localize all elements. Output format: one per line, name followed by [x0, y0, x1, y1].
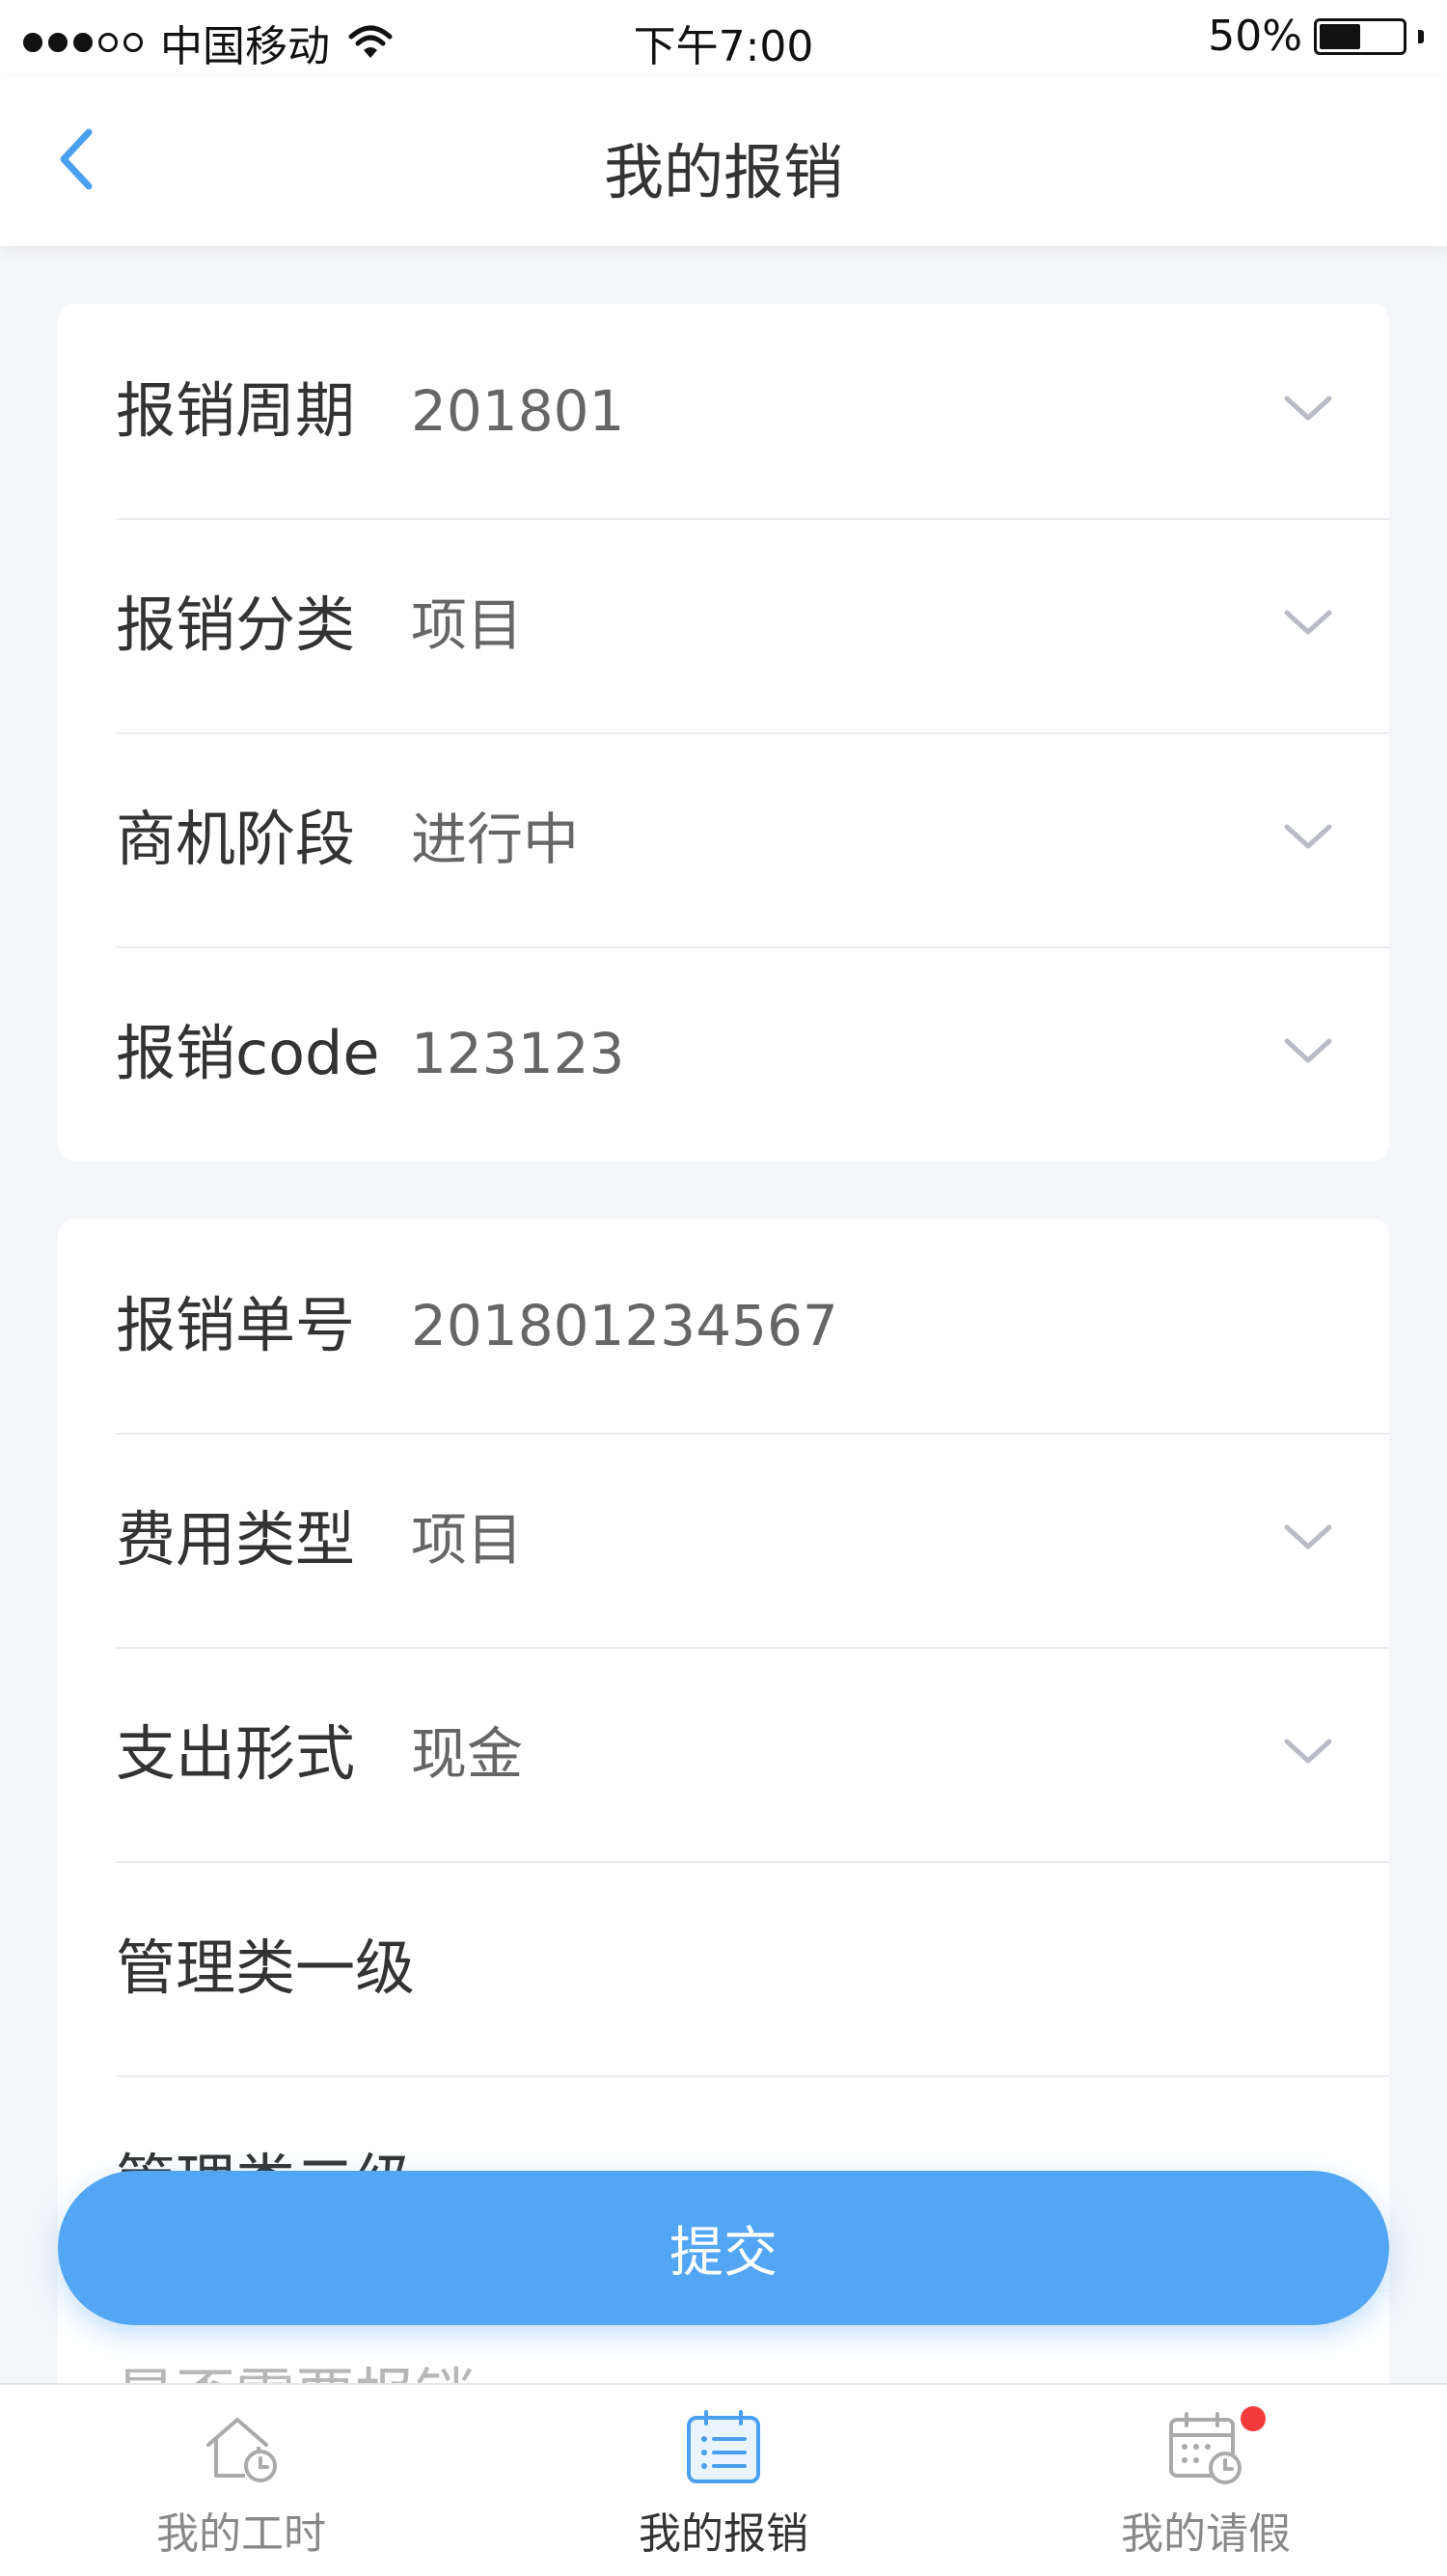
- row-value: 现金: [411, 1721, 524, 1787]
- row-value: 项目: [411, 1507, 524, 1573]
- row-value: 123123: [411, 1021, 625, 1086]
- chevron-down-icon: [1284, 824, 1332, 849]
- tab-my-reimbursement[interactable]: 我的报销: [482, 2385, 965, 2576]
- row-value: 进行中: [411, 807, 580, 872]
- row-value: 201801: [411, 378, 625, 444]
- tab-bar: 我的工时 我的报销 我的请假: [0, 2383, 1447, 2576]
- notification-badge: [1241, 2406, 1266, 2431]
- form-row-code[interactable]: 报销code 123123: [58, 946, 1389, 1161]
- nav-bar: 我的报销: [0, 77, 1447, 246]
- battery-icon: [1314, 17, 1406, 55]
- filter-card: 报销周期 201801 报销分类 项目 商机阶段 进行中 报销code 1231…: [58, 304, 1389, 1161]
- form-row-mgmt-level1[interactable]: 管理类一级: [58, 1861, 1389, 2075]
- tab-label: 我的报销: [639, 2509, 808, 2559]
- status-right: 50%: [1208, 12, 1424, 61]
- form-row-payment-method[interactable]: 支出形式 现金: [58, 1647, 1389, 1861]
- page-title: 我的报销: [603, 137, 843, 207]
- chevron-down-icon: [1284, 1524, 1332, 1549]
- chevron-down-icon: [1284, 610, 1332, 635]
- home-clock-icon: [206, 2418, 277, 2482]
- form-row-category[interactable]: 报销分类 项目: [58, 518, 1389, 732]
- row-label: 报销分类: [116, 589, 356, 660]
- row-label: 报销单号: [116, 1290, 356, 1360]
- row-label: 报销周期: [116, 375, 356, 446]
- tab-my-leave[interactable]: 我的请假: [965, 2385, 1447, 2576]
- row-label: 管理类一级: [116, 1932, 416, 2003]
- form-row-expense-type[interactable]: 费用类型 项目: [58, 1433, 1389, 1647]
- row-label: 商机阶段: [116, 804, 356, 874]
- row-label: 报销code: [116, 1018, 380, 1088]
- row-label: 支出形式: [116, 1718, 356, 1789]
- chevron-down-icon: [1284, 396, 1332, 421]
- tab-label: 我的请假: [1121, 2509, 1291, 2559]
- tab-label: 我的工时: [156, 2509, 326, 2559]
- row-value: 项目: [411, 592, 524, 658]
- submit-button[interactable]: 提交: [58, 2171, 1389, 2325]
- list-icon: [687, 2410, 760, 2483]
- row-value: 201801234567: [411, 1293, 838, 1358]
- chevron-down-icon: [1284, 1038, 1332, 1063]
- form-row-period[interactable]: 报销周期 201801: [58, 304, 1389, 518]
- chevron-down-icon: [1284, 1739, 1332, 1764]
- battery-percent: 50%: [1208, 12, 1302, 61]
- battery-cap: [1418, 29, 1424, 43]
- form-row-number: 报销单号 201801234567: [58, 1219, 1389, 1433]
- calendar-clock-icon: [1169, 2412, 1242, 2484]
- tab-my-hours[interactable]: 我的工时: [0, 2385, 482, 2576]
- row-label: 费用类型: [116, 1504, 356, 1575]
- status-bar: 中国移动 下午7:00 50%: [0, 0, 1447, 77]
- form-row-stage[interactable]: 商机阶段 进行中: [58, 732, 1389, 946]
